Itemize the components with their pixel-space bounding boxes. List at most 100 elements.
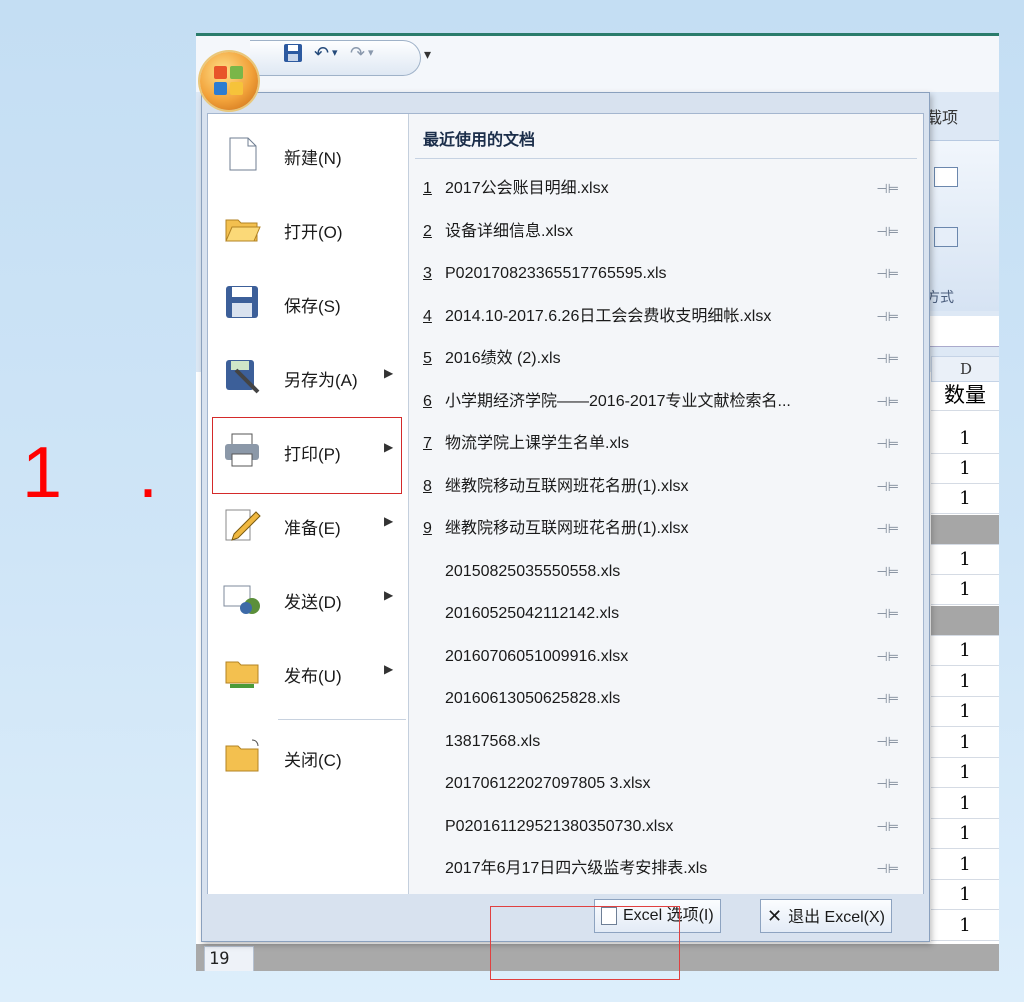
sheet-cell[interactable]: 1: [931, 454, 999, 484]
pin-icon[interactable]: ⊣⊨: [876, 212, 899, 252]
recent-item-name: 13817568.xls: [445, 732, 541, 750]
recent-item-name: 20150825035550558.xls: [445, 562, 621, 580]
menu-item-label: 另存为(A): [284, 371, 358, 390]
pin-icon[interactable]: ⊣⊨: [876, 552, 899, 592]
recent-document-item[interactable]: 20160613050625828.xls ⊣⊨: [423, 679, 913, 719]
recent-document-item[interactable]: 4 2014.10-2017.6.26日工会会费收支明细帐.xlsx ⊣⊨: [423, 297, 913, 337]
menu-item-8[interactable]: 发布(U) ▶: [214, 640, 402, 706]
submenu-arrow-icon: ▶: [384, 514, 394, 528]
menu-item-4[interactable]: 另存为(A) ▶: [214, 344, 402, 410]
pin-icon[interactable]: ⊣⊨: [876, 679, 899, 719]
sheet-cell[interactable]: 1: [931, 545, 999, 575]
pin-icon[interactable]: ⊣⊨: [876, 722, 899, 762]
pin-icon[interactable]: ⊣⊨: [876, 807, 899, 847]
recent-documents-title: 最近使用的文档: [423, 132, 536, 149]
sheet-cell[interactable]: 1: [931, 758, 999, 788]
customize-qat-dropdown[interactable]: ▾: [424, 46, 431, 63]
recent-item-number: 9: [423, 520, 432, 537]
pin-icon[interactable]: ⊣⊨: [876, 594, 899, 634]
sheet-cell[interactable]: 1: [931, 850, 999, 880]
exit-icon: ✕: [767, 906, 783, 926]
menu-item-label: 新建(N): [284, 149, 342, 168]
floppy-disk-icon: [222, 282, 262, 322]
submenu-arrow-icon: ▶: [384, 662, 394, 676]
pin-icon[interactable]: ⊣⊨: [876, 339, 899, 379]
recent-item-number: 5: [423, 350, 432, 367]
pin-icon[interactable]: ⊣⊨: [876, 509, 899, 549]
recent-document-item[interactable]: 20160525042112142.xls ⊣⊨: [423, 594, 913, 634]
menu-item-7[interactable]: 发送(D) ▶: [214, 566, 402, 632]
pin-icon[interactable]: ⊣⊨: [876, 169, 899, 209]
redo-icon[interactable]: ↷: [350, 42, 365, 64]
step-number-label: 1 .: [22, 433, 187, 513]
menu-item-6[interactable]: 准备(E) ▶: [214, 492, 402, 558]
exit-excel-button[interactable]: ✕ 退出 Excel(X): [760, 899, 892, 933]
recent-document-item[interactable]: 6 小学期经济学院——2016-2017专业文献检索名... ⊣⊨: [423, 382, 913, 422]
row-header-19[interactable]: 19: [204, 946, 254, 971]
sheet-cell[interactable]: 1: [931, 697, 999, 727]
sheet-cell[interactable]: 1: [931, 819, 999, 849]
recent-item-name: 设备详细信息.xlsx: [445, 222, 574, 240]
header-cell[interactable]: 数量: [931, 381, 999, 411]
sheet-cell[interactable]: 1: [931, 636, 999, 666]
pin-icon[interactable]: ⊣⊨: [876, 382, 899, 422]
recent-item-number: 1: [423, 180, 432, 197]
recent-document-item[interactable]: 1 2017公会账目明细.xlsx ⊣⊨: [423, 169, 913, 209]
sheet-cell[interactable]: 1: [931, 880, 999, 910]
divider: [415, 158, 917, 159]
recent-item-number: 4: [423, 307, 432, 325]
recent-item-name: 继教院移动互联网班花名册(1).xlsx: [445, 520, 689, 537]
sheet-cell[interactable]: 1: [931, 789, 999, 819]
recent-item-number: 2: [423, 222, 432, 240]
recent-document-item[interactable]: 5 2016绩效 (2).xls ⊣⊨: [423, 339, 913, 379]
undo-icon[interactable]: ↶: [314, 42, 329, 64]
recent-document-item[interactable]: 9 继教院移动互联网班花名册(1).xlsx ⊣⊨: [423, 509, 913, 549]
sheet-cell[interactable]: [931, 606, 999, 636]
pin-icon[interactable]: ⊣⊨: [876, 297, 899, 337]
office-logo-icon: [214, 66, 244, 96]
redo-dropdown-icon[interactable]: ▾: [368, 42, 374, 64]
recent-document-item[interactable]: 201706122027097805 3.xlsx ⊣⊨: [423, 764, 913, 804]
menu-item-9[interactable]: 关闭(C): [214, 724, 402, 790]
menu-item-2[interactable]: 打开(O): [214, 196, 402, 262]
recent-document-item[interactable]: 20150825035550558.xls ⊣⊨: [423, 552, 913, 592]
pin-icon[interactable]: ⊣⊨: [876, 467, 899, 507]
menu-item-1[interactable]: 新建(N): [214, 122, 402, 188]
pin-icon[interactable]: ⊣⊨: [876, 764, 899, 804]
menu-item-label: 发送(D): [284, 593, 342, 612]
recent-document-item[interactable]: 2017年6月17日四六级监考安排表.xls ⊣⊨: [423, 849, 913, 889]
pin-icon[interactable]: ⊣⊨: [876, 849, 899, 889]
recent-document-item[interactable]: 3 P020170823365517765595.xls ⊣⊨: [423, 254, 913, 294]
recent-item-name: P020161129521380350730.xlsx: [445, 817, 674, 835]
sheet-cell[interactable]: 1: [931, 484, 999, 514]
recent-item-number: 6: [423, 392, 432, 410]
ribbon-tab-addins[interactable]: 载项: [926, 104, 958, 128]
cell-style-icon[interactable]: [934, 227, 958, 247]
sheet-cell[interactable]: 1: [931, 424, 999, 454]
pin-icon[interactable]: ⊣⊨: [876, 637, 899, 677]
recent-document-item[interactable]: 7 物流学院上课学生名单.xls ⊣⊨: [423, 424, 913, 464]
recent-document-item[interactable]: 20160706051009916.xlsx ⊣⊨: [423, 637, 913, 677]
sheet-cell[interactable]: 1: [931, 728, 999, 758]
sheet-cell[interactable]: [931, 515, 999, 545]
print-highlight-box: [212, 417, 402, 494]
pin-icon[interactable]: ⊣⊨: [876, 424, 899, 464]
sheet-cell[interactable]: 1: [931, 911, 999, 941]
office-button[interactable]: [200, 52, 258, 110]
sheet-cell[interactable]: 1: [931, 667, 999, 697]
save-as-icon: [222, 356, 262, 396]
pin-icon[interactable]: ⊣⊨: [876, 254, 899, 294]
recent-document-item[interactable]: 8 继教院移动互联网班花名册(1).xlsx ⊣⊨: [423, 467, 913, 507]
recent-document-item[interactable]: 2 设备详细信息.xlsx ⊣⊨: [423, 212, 913, 252]
save-icon[interactable]: [282, 42, 304, 64]
sheet-cell[interactable]: 1: [931, 575, 999, 605]
recent-item-name: 物流学院上课学生名单.xls: [445, 435, 630, 452]
recent-document-item[interactable]: P020161129521380350730.xlsx ⊣⊨: [423, 807, 913, 847]
recent-document-item[interactable]: 13817568.xls ⊣⊨: [423, 722, 913, 762]
column-header-d[interactable]: D: [931, 356, 999, 382]
menu-item-label: 准备(E): [284, 519, 341, 538]
undo-dropdown-icon[interactable]: ▾: [332, 42, 338, 64]
menu-item-label: 关闭(C): [284, 751, 342, 770]
format-icon[interactable]: [934, 167, 958, 187]
menu-item-3[interactable]: 保存(S): [214, 270, 402, 336]
